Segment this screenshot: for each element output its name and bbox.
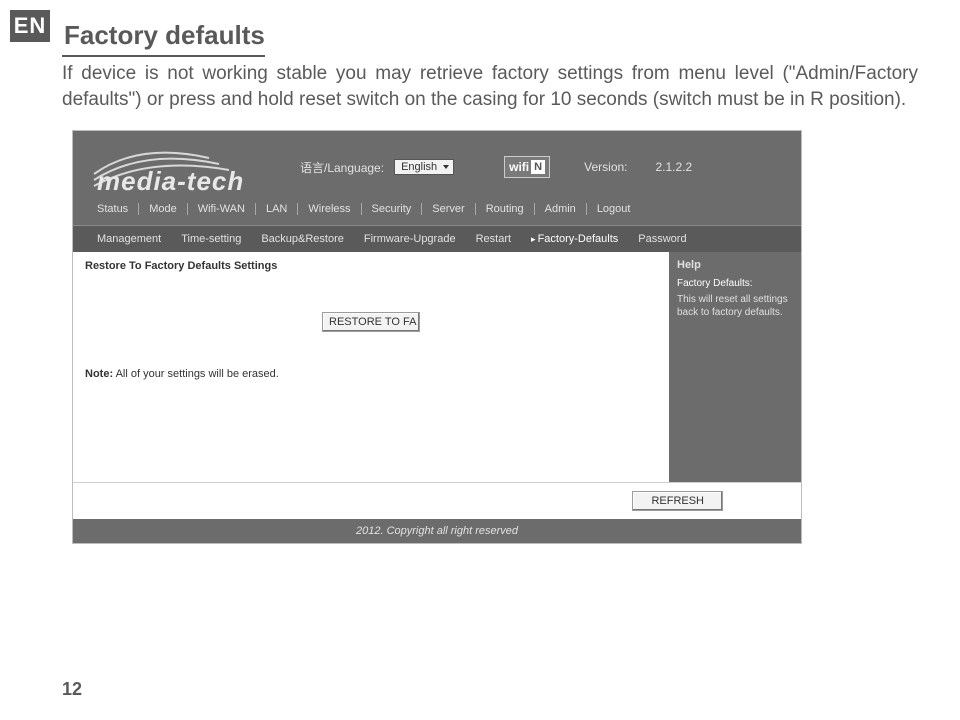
content-title: Restore To Factory Defaults Settings	[85, 260, 657, 272]
help-panel: Help Factory Defaults: This will reset a…	[669, 252, 801, 482]
subnav-item-backup-restore[interactable]: Backup&Restore	[251, 233, 354, 245]
refresh-button[interactable]: REFRESH	[632, 491, 723, 511]
language-tab: EN	[10, 10, 50, 42]
help-subtitle: Factory Defaults:	[677, 277, 793, 291]
nav-item-routing[interactable]: Routing	[476, 203, 535, 215]
nav-item-security[interactable]: Security	[362, 203, 423, 215]
media-tech-logo: media-tech	[89, 140, 284, 194]
nav-item-status[interactable]: Status	[87, 203, 139, 215]
wifi-n-badge: wifi N	[504, 156, 550, 178]
language-select[interactable]: English	[394, 159, 454, 175]
svg-text:media-tech: media-tech	[97, 166, 244, 194]
subnav-item-firmware-upgrade[interactable]: Firmware-Upgrade	[354, 233, 466, 245]
nav-item-lan[interactable]: LAN	[256, 203, 298, 215]
nav-item-wireless[interactable]: Wireless	[298, 203, 361, 215]
subnav-item-time-setting[interactable]: Time-setting	[171, 233, 251, 245]
help-body: This will reset all settings back to fac…	[677, 293, 793, 320]
nav-item-wifi-wan[interactable]: Wifi-WAN	[188, 203, 256, 215]
subnav-item-restart[interactable]: Restart	[466, 233, 521, 245]
note-text: All of your settings will be erased.	[116, 368, 279, 380]
note-label: Note:	[85, 368, 113, 380]
note-line: Note: All of your settings will be erase…	[85, 368, 657, 380]
language-label: 语言/Language:	[300, 159, 384, 176]
subnav-item-management[interactable]: Management	[87, 233, 171, 245]
router-admin-screenshot: media-tech 语言/Language: English wifi N V…	[72, 130, 802, 544]
version-value: 2.1.2.2	[656, 160, 693, 174]
wifi-n-letter: N	[531, 160, 545, 174]
help-title: Help	[677, 258, 793, 273]
section-paragraph: If device is not working stable you may …	[62, 61, 918, 112]
router-footer: 2012. Copyright all right reserved	[73, 519, 801, 543]
version-label: Version:	[584, 160, 627, 174]
subnav-item-factory-defaults[interactable]: Factory-Defaults	[521, 233, 628, 245]
main-nav: StatusModeWifi-WANLANWirelessSecuritySer…	[73, 203, 801, 225]
section-title: Factory defaults	[62, 20, 265, 57]
restore-factory-button[interactable]: RESTORE TO FA	[322, 312, 420, 332]
nav-item-server[interactable]: Server	[422, 203, 475, 215]
wifi-text: wifi	[509, 160, 529, 174]
refresh-bar: REFRESH	[73, 482, 801, 519]
sub-nav: ManagementTime-settingBackup&RestoreFirm…	[73, 225, 801, 252]
nav-item-logout[interactable]: Logout	[587, 203, 641, 215]
content-main: Restore To Factory Defaults Settings RES…	[73, 252, 669, 482]
page-number: 12	[62, 679, 82, 700]
nav-item-mode[interactable]: Mode	[139, 203, 188, 215]
nav-item-admin[interactable]: Admin	[535, 203, 587, 215]
subnav-item-password[interactable]: Password	[628, 233, 696, 245]
router-header: media-tech 语言/Language: English wifi N V…	[73, 131, 801, 203]
